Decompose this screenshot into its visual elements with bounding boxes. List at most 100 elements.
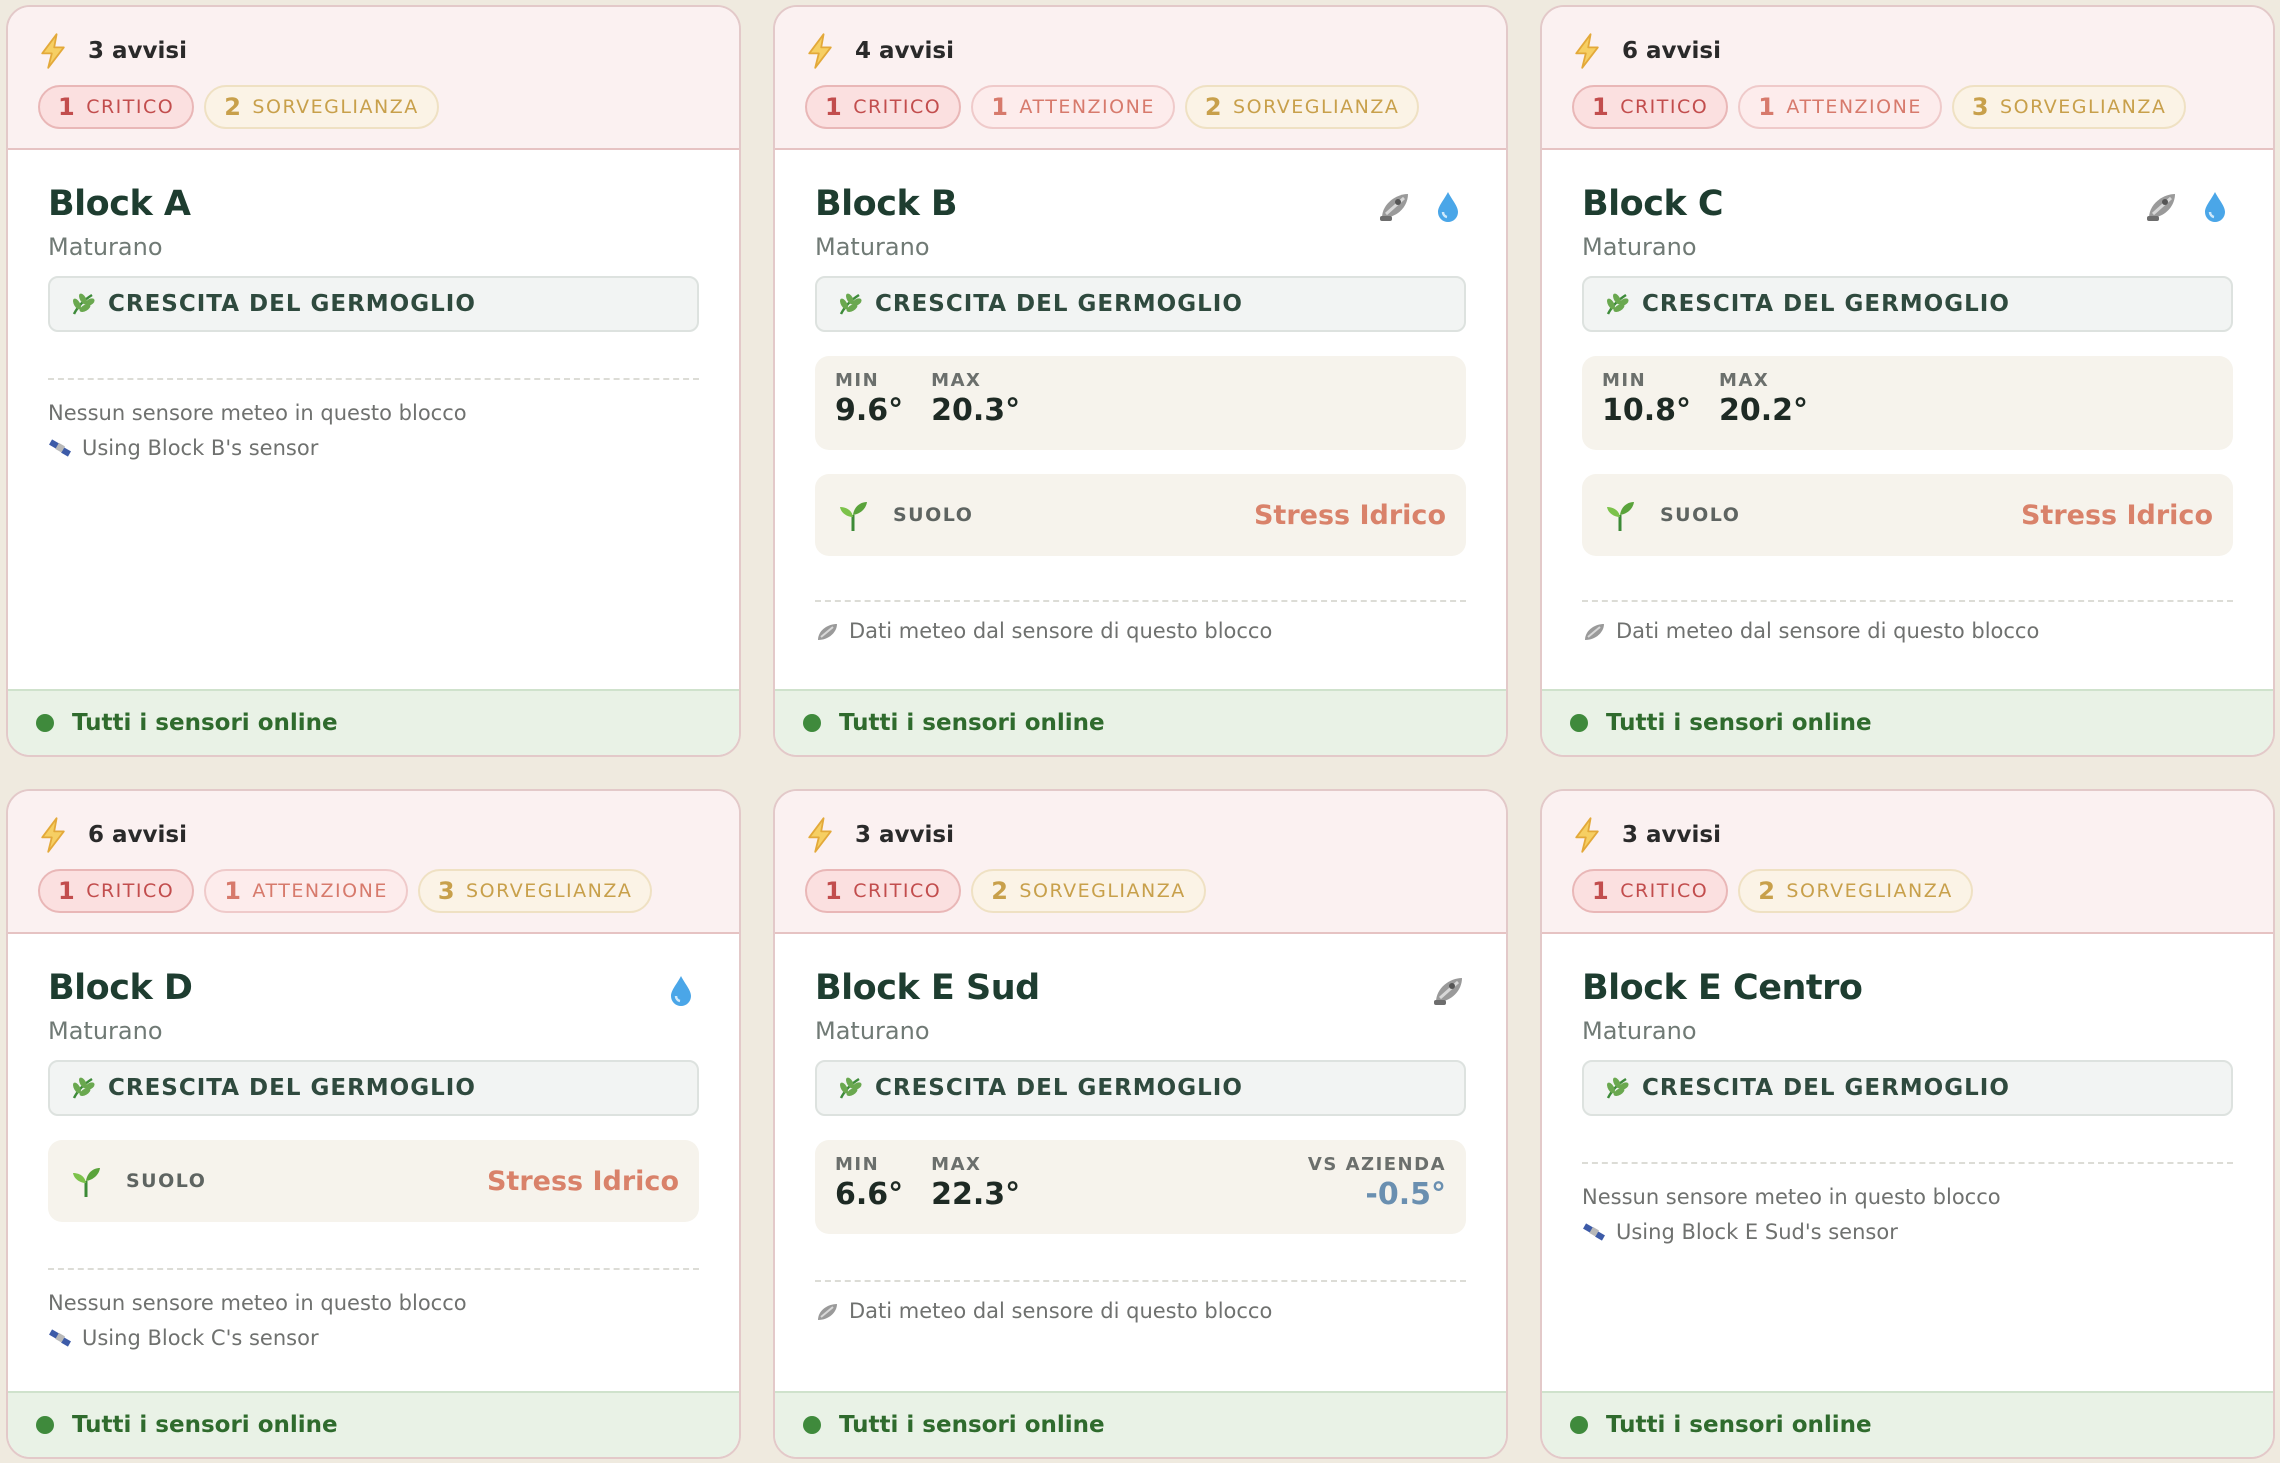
stage-label: CRESCITA DEL GERMOGLIO <box>875 1075 1243 1101</box>
surveillance-count: 3 <box>437 877 457 905</box>
borrowed-sensor-note: Using Block C's sensor <box>48 1325 699 1351</box>
block-variety: Maturano <box>815 233 930 261</box>
attention-badge[interactable]: 1 ATTENZIONE <box>204 869 408 913</box>
critical-label: CRITICO <box>86 96 175 118</box>
block-variety: Maturano <box>48 1017 163 1045</box>
block-card-e-sud[interactable]: 3 avvisi 1 CRITICO 2 SORVEGLIANZA Block E … <box>773 789 1508 1459</box>
soil-status: Stress Idrico <box>1253 499 1446 531</box>
critical-count: 1 <box>825 93 844 121</box>
surveillance-badge[interactable]: 2 SORVEGLIANZA <box>1184 85 1420 129</box>
surveillance-badge[interactable]: 2 SORVEGLIANZA <box>204 85 439 129</box>
borrowed-sensor-note: Using Block B's sensor <box>48 435 699 461</box>
surveillance-badge[interactable]: 2 SORVEGLIANZA <box>1738 869 1973 913</box>
block-card-a[interactable]: 3 avvisi 1 CRITICO 2 SORVEGLIANZA Block A … <box>6 5 741 757</box>
critical-badge[interactable]: 1 CRITICO <box>38 85 195 129</box>
sensors-status-text: Tutti i sensori online <box>839 710 1105 736</box>
herb-icon <box>1606 293 1629 315</box>
soil-status: Stress Idrico <box>486 1165 679 1197</box>
satellite-icon <box>1380 194 1408 221</box>
phenology-stage: CRESCITA DEL GERMOGLIO <box>1582 1060 2233 1116</box>
phenology-stage: CRESCITA DEL GERMOGLIO <box>48 276 699 332</box>
sensors-status-text: Tutti i sensori online <box>1606 710 1872 736</box>
block-variety: Maturano <box>1582 1017 1697 1045</box>
lightning-icon <box>41 33 65 69</box>
temperature-panel: MIN 6.6° MAX 22.3° VS AZIENDA -0.5° <box>815 1140 1466 1234</box>
sensors-status-footer: Tutti i sensori online <box>775 1391 1506 1457</box>
max-label: MAX <box>1719 370 1770 391</box>
critical-label: CRITICO <box>1620 880 1709 902</box>
attention-badge[interactable]: 1 ATTENZIONE <box>1738 85 1942 129</box>
alerts-header: 3 avvisi 1 CRITICO 2 SORVEGLIANZA <box>1542 791 2273 934</box>
water-drop-icon <box>671 976 691 1006</box>
vs-farm-delta: -0.5° <box>1365 1177 1446 1212</box>
divider <box>815 1280 1466 1282</box>
block-card-b[interactable]: 4 avvisi 1 CRITICO 1 ATTENZIONE 2 SORVEGLIA… <box>773 5 1508 757</box>
attention-badge[interactable]: 1 ATTENZIONE <box>971 85 1175 129</box>
critical-badge[interactable]: 1 CRITICO <box>805 869 962 913</box>
min-label: MIN <box>835 370 880 391</box>
no-sensor-note: Nessun sensore meteo in questo blocco <box>48 1291 467 1315</box>
surveillance-count: 2 <box>1204 93 1224 121</box>
alerts-count: 6 avvisi <box>1622 38 1721 64</box>
soil-panel[interactable]: SUOLO Stress Idrico <box>815 474 1466 556</box>
min-label: MIN <box>835 1154 880 1175</box>
critical-label: CRITICO <box>853 96 942 118</box>
critical-badge[interactable]: 1 CRITICO <box>1572 869 1729 913</box>
borrowed-sensor-text: Using Block C's sensor <box>82 1326 319 1350</box>
block-title[interactable]: Block A <box>48 182 699 226</box>
own-sensor-note: Dati meteo dal sensore di questo blocco <box>1582 618 2233 644</box>
block-title[interactable]: Block C <box>1582 182 2233 226</box>
surveillance-count: 2 <box>1758 877 1777 905</box>
max-temp: 20.2° <box>1719 393 1809 428</box>
attention-label: ATTENZIONE <box>1019 96 1155 118</box>
divider <box>48 378 699 380</box>
sensors-status-text: Tutti i sensori online <box>1606 1412 1872 1438</box>
own-sensor-text: Dati meteo dal sensore di questo blocco <box>1616 619 2040 643</box>
alerts-count: 3 avvisi <box>88 38 187 64</box>
satellite-icon <box>49 1329 71 1347</box>
seedling-icon <box>73 1168 100 1197</box>
block-title[interactable]: Block D <box>48 966 699 1010</box>
block-title[interactable]: Block B <box>815 182 1466 226</box>
soil-panel[interactable]: SUOLO Stress Idrico <box>1582 474 2233 556</box>
block-card-c[interactable]: 6 avvisi 1 CRITICO 1 ATTENZIONE 3 SORVEGLIA… <box>1540 5 2275 757</box>
temperature-panel: MIN 10.8° MAX 20.2° <box>1582 356 2233 450</box>
max-label: MAX <box>931 1154 982 1175</box>
sensors-status-text: Tutti i sensori online <box>72 710 338 736</box>
seedling-icon <box>1607 502 1634 531</box>
block-title[interactable]: Block E Sud <box>815 966 1466 1010</box>
max-temp: 20.3° <box>931 393 1021 428</box>
critical-badge[interactable]: 1 CRITICO <box>805 85 962 129</box>
sensors-status-text: Tutti i sensori online <box>839 1412 1105 1438</box>
satellite-icon <box>818 1304 837 1320</box>
divider <box>1582 600 2233 602</box>
phenology-stage: CRESCITA DEL GERMOGLIO <box>1582 276 2233 332</box>
alerts-count: 3 avvisi <box>1622 822 1721 848</box>
phenology-stage: CRESCITA DEL GERMOGLIO <box>48 1060 699 1116</box>
surveillance-badge[interactable]: 3 SORVEGLIANZA <box>417 869 653 913</box>
temperature-panel: MIN 9.6° MAX 20.3° <box>815 356 1466 450</box>
online-dot-icon <box>803 714 821 732</box>
sensors-status-footer: Tutti i sensori online <box>1542 1391 2273 1457</box>
satellite-icon <box>1434 978 1462 1005</box>
surveillance-badge[interactable]: 2 SORVEGLIANZA <box>971 869 1206 913</box>
critical-badge[interactable]: 1 CRITICO <box>38 869 195 913</box>
critical-label: CRITICO <box>853 880 942 902</box>
satellite-icon <box>2147 194 2175 221</box>
surveillance-badge[interactable]: 3 SORVEGLIANZA <box>1951 85 2187 129</box>
surveillance-label: SORVEGLIANZA <box>466 880 633 902</box>
critical-badge[interactable]: 1 CRITICO <box>1572 85 1729 129</box>
block-card-d[interactable]: 6 avvisi 1 CRITICO 1 ATTENZIONE 3 SORVEGLIA… <box>6 789 741 1459</box>
online-dot-icon <box>36 1416 54 1434</box>
sensors-status-footer: Tutti i sensori online <box>775 689 1506 755</box>
block-card-e-centro[interactable]: 3 avvisi 1 CRITICO 2 SORVEGLIANZA Block E … <box>1540 789 2275 1459</box>
water-drop-icon <box>1438 192 1458 222</box>
block-title[interactable]: Block E Centro <box>1582 966 2233 1010</box>
stage-label: CRESCITA DEL GERMOGLIO <box>1642 291 2010 317</box>
soil-panel[interactable]: SUOLO Stress Idrico <box>48 1140 699 1222</box>
attention-label: ATTENZIONE <box>252 880 388 902</box>
min-temp: 9.6° <box>835 393 904 428</box>
soil-status: Stress Idrico <box>2020 499 2213 531</box>
lightning-icon <box>1575 817 1599 853</box>
attention-count: 1 <box>224 877 243 905</box>
